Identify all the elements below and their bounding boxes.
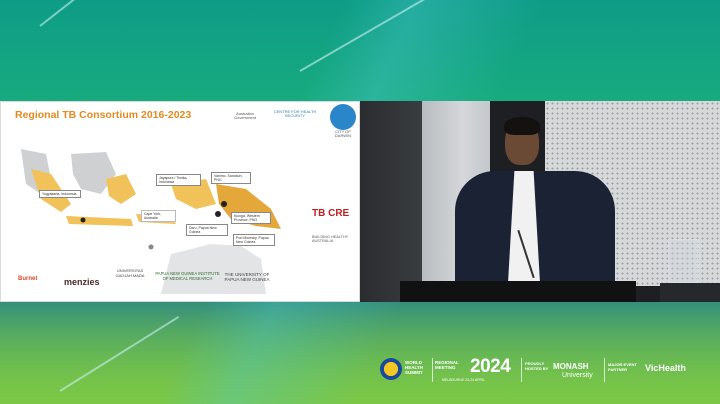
- proudly-hosted-label: PROUDLY HOSTED BY: [525, 361, 549, 371]
- lectern: [400, 281, 636, 302]
- divider: [521, 358, 522, 382]
- map-callout: Yogyakarta, Indonesia: [39, 190, 81, 199]
- map-callout: Port Moresby, Papua New Guinea: [233, 234, 275, 247]
- australian-government-logo: Australian Government: [233, 111, 256, 121]
- map-callout: Kiunga, Western Province, PNG: [231, 212, 271, 225]
- event-branding: WORLD HEALTH SUMMIT REGIONAL MEETING 202…: [380, 355, 715, 385]
- city-hub-emblem-icon: [330, 104, 356, 130]
- centre-health-security-logo: CENTRE FOR HEALTH SECURITY: [273, 109, 317, 119]
- monash-logo: MONASH: [553, 362, 589, 371]
- dates-label: MELBOURNE 23-24 APRIL: [442, 378, 485, 382]
- divider: [432, 358, 433, 382]
- map-callout: Vanimo, Sandaun, PNG: [211, 172, 251, 185]
- map-land-yellow: [106, 174, 136, 204]
- whs-label: WORLD HEALTH SUMMIT: [405, 360, 423, 376]
- map-land-yellow: [66, 216, 133, 226]
- major-partner-label: MAJOR EVENT PARTNER: [608, 362, 637, 372]
- vichealth-logo: VicHealth: [645, 363, 686, 373]
- map-marker: [221, 201, 227, 207]
- water-glasses: [668, 239, 698, 283]
- ugm-logo: UNIVERSITAS GADJAH MADA: [115, 268, 145, 278]
- map-marker: [80, 217, 86, 223]
- camera-feed: [360, 101, 720, 302]
- wall: [360, 101, 422, 302]
- map-callout: Cape York, Australia: [141, 210, 176, 223]
- speaker-hair: [504, 117, 540, 135]
- slide-title: Regional TB Consortium 2016-2023: [15, 109, 192, 121]
- city-hub-logo: CITY OF DARWIN: [328, 104, 358, 146]
- divider: [604, 358, 605, 382]
- map-land-australia: [161, 244, 266, 294]
- world-health-summit-icon: [380, 358, 402, 380]
- monash-sub-label: University: [562, 372, 593, 379]
- menzies-logo: menzies: [64, 277, 100, 287]
- burnet-logo: Burnet: [18, 276, 38, 282]
- map-marker: [148, 244, 154, 250]
- city-hub-label: CITY OF DARWIN: [334, 129, 352, 139]
- tbcre-logo: TB CRE: [312, 208, 350, 219]
- regional-meeting-label: REGIONAL MEETING: [435, 360, 459, 371]
- pngimr-logo: PAPUA NEW GUINEA INSTITUTE OF MEDICAL RE…: [155, 271, 220, 281]
- map-callout: Daru, Papua New Guinea: [186, 224, 228, 237]
- map-marker: [215, 211, 221, 217]
- side-table: [660, 283, 720, 302]
- map-callout: Jayapura / Timika, Indonesia: [156, 174, 201, 187]
- year-label: 2024: [470, 356, 511, 377]
- building-healthy-australia-logo: BUILDING HEALTHY AUSTRALIA: [312, 235, 349, 243]
- upng-logo: THE UNIVERSITY OF PAPUA NEW GUINEA: [224, 272, 270, 282]
